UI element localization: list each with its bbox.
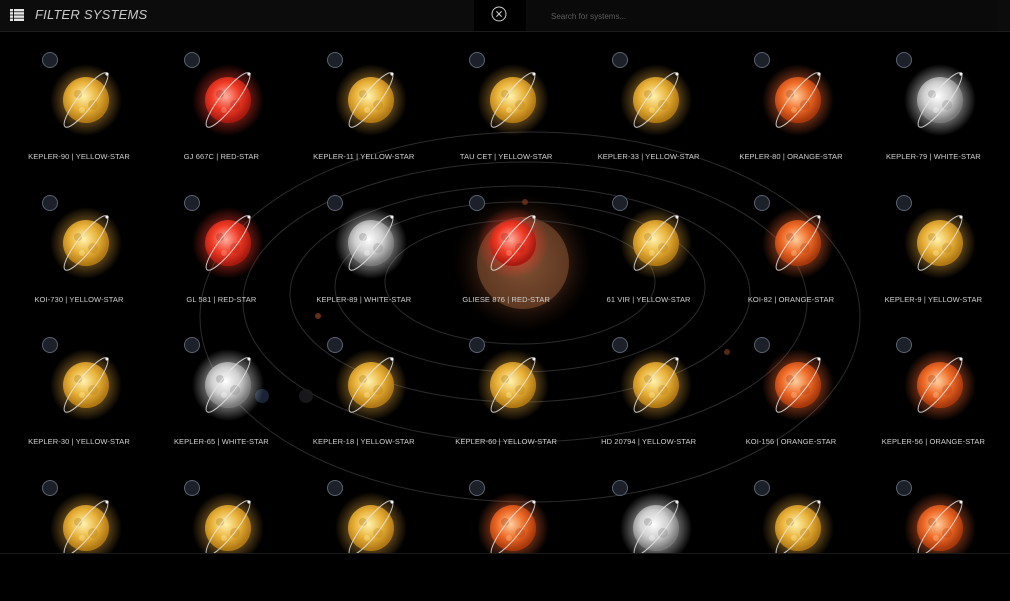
star-icon — [477, 206, 550, 279]
system-tile[interactable]: KEPLER-60 | YELLOW-STAR — [435, 316, 577, 458]
star-icon — [619, 491, 692, 553]
system-label: KEPLER-33 | YELLOW-STAR — [597, 152, 700, 161]
system-tile[interactable]: KEPLER-18 | YELLOW-STAR — [293, 316, 435, 458]
system-label: KEPLER-9 | YELLOW-STAR — [884, 294, 983, 304]
system-label: KEPLER-18 | YELLOW-STAR — [312, 437, 415, 446]
close-icon[interactable] — [491, 6, 507, 22]
system-tile[interactable]: KEPLER-11 | YELLOW-STAR — [293, 32, 435, 173]
system-label: TAU CET | YELLOW-STAR — [459, 152, 553, 161]
star-icon — [762, 491, 834, 553]
search-bar — [527, 0, 997, 31]
star-icon — [904, 349, 977, 421]
list-menu-icon[interactable] — [10, 9, 24, 21]
system-label: GJ 667C | RED-STAR — [183, 152, 260, 161]
system-tile[interactable]: KEPLER-30 | YELLOW-STAR — [8, 316, 150, 458]
system-tile[interactable]: TAU CET | YELLOW-STAR — [435, 32, 577, 173]
system-tile[interactable]: KEPLER-80 | ORANGE-STAR — [720, 32, 862, 173]
star-icon — [192, 491, 265, 553]
system-tile[interactable]: GLIESE 876 | RED-STAR — [435, 174, 577, 316]
system-label: KEPLER-56 | ORANGE-STAR — [881, 437, 986, 446]
star-icon — [50, 206, 122, 279]
star-icon — [477, 64, 550, 136]
star-icon — [334, 491, 407, 553]
star-icon — [619, 64, 692, 136]
system-tile[interactable]: KOI-82 | ORANGE-STAR — [720, 174, 862, 316]
system-tile[interactable] — [720, 459, 862, 553]
system-label: KEPLER-89 | WHITE-STAR — [316, 294, 412, 304]
system-tile[interactable] — [8, 459, 150, 553]
system-tile[interactable] — [293, 459, 435, 553]
system-tile[interactable]: KEPLER-33 | YELLOW-STAR — [578, 32, 720, 173]
system-tile[interactable] — [150, 459, 292, 553]
system-tile[interactable]: KEPLER-89 | WHITE-STAR — [293, 174, 435, 316]
star-icon — [50, 491, 122, 553]
system-tile[interactable]: KEPLER-90 | YELLOW-STAR — [8, 32, 150, 173]
system-tile[interactable] — [578, 459, 720, 553]
star-icon — [50, 349, 122, 421]
close-button[interactable] — [474, 0, 526, 31]
star-icon — [192, 206, 265, 279]
system-label: KOI-156 | ORANGE-STAR — [745, 437, 837, 446]
system-label: KEPLER-60 | YELLOW-STAR — [455, 437, 558, 446]
star-icon — [619, 349, 692, 421]
system-label: KOI-730 | YELLOW-STAR — [34, 294, 124, 304]
systems-grid: KEPLER-90 | YELLOW-STAR GJ 667C | RED-STA… — [0, 32, 1010, 553]
system-label: KEPLER-65 | WHITE-STAR — [173, 437, 269, 446]
system-label: KEPLER-80 | ORANGE-STAR — [739, 152, 843, 161]
star-icon — [477, 349, 550, 421]
system-tile[interactable]: KOI-156 | ORANGE-STAR — [720, 316, 862, 458]
system-tile[interactable]: KEPLER-65 | WHITE-STAR — [150, 316, 292, 458]
star-icon — [904, 64, 977, 136]
star-icon — [619, 206, 692, 279]
system-tile[interactable] — [435, 459, 577, 553]
system-label: KOI-82 | ORANGE-STAR — [747, 294, 835, 304]
star-icon — [762, 64, 834, 136]
system-label: GL 581 | RED-STAR — [186, 294, 257, 304]
system-tile[interactable]: KEPLER-79 | WHITE-STAR — [862, 32, 1004, 173]
system-tile[interactable] — [862, 459, 1004, 553]
system-label: KEPLER-30 | YELLOW-STAR — [28, 437, 130, 446]
system-tile[interactable]: 61 VIR | YELLOW-STAR — [578, 174, 720, 316]
star-icon — [477, 491, 550, 553]
star-icon — [334, 206, 407, 279]
star-icon — [762, 349, 834, 421]
star-icon — [762, 206, 834, 279]
star-icon — [904, 206, 977, 279]
system-label: KEPLER-11 | YELLOW-STAR — [313, 152, 415, 161]
star-icon — [334, 349, 407, 421]
system-tile[interactable]: GL 581 | RED-STAR — [150, 174, 292, 316]
system-label: 61 VIR | YELLOW-STAR — [606, 294, 691, 304]
star-icon — [50, 64, 122, 136]
system-tile[interactable]: KEPLER-9 | YELLOW-STAR — [862, 174, 1004, 316]
top-bar: FILTER SYSTEMS — [0, 0, 1010, 32]
search-input[interactable] — [549, 7, 973, 25]
system-tile[interactable]: KEPLER-56 | ORANGE-STAR — [862, 316, 1004, 458]
system-label: KEPLER-90 | YELLOW-STAR — [28, 152, 130, 161]
page-title: FILTER SYSTEMS — [35, 7, 148, 22]
system-label: KEPLER-79 | WHITE-STAR — [885, 152, 981, 161]
star-icon — [904, 491, 977, 553]
system-tile[interactable]: HD 20794 | YELLOW-STAR — [578, 316, 720, 458]
system-label: HD 20794 | YELLOW-STAR — [601, 437, 697, 446]
system-label: GLIESE 876 | RED-STAR — [462, 294, 551, 304]
system-tile[interactable]: KOI-730 | YELLOW-STAR — [8, 174, 150, 316]
star-icon — [334, 64, 407, 136]
system-tile[interactable]: GJ 667C | RED-STAR — [150, 32, 292, 173]
star-icon — [192, 349, 265, 421]
star-icon — [192, 64, 265, 136]
bottom-bar — [0, 553, 1010, 601]
